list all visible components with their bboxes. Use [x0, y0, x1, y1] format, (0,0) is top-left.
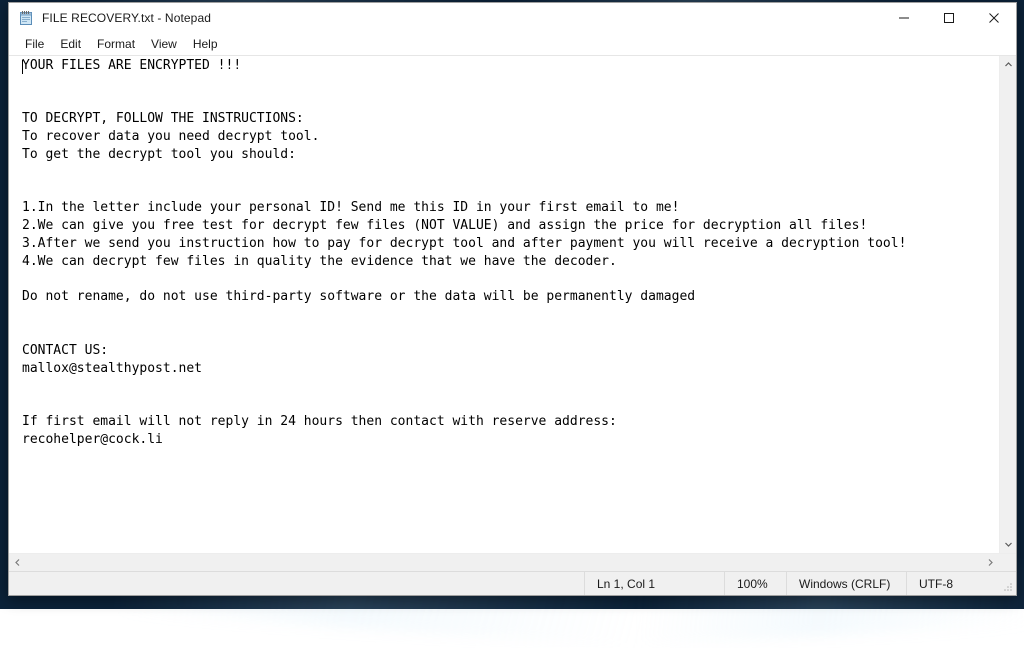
vertical-scrollbar[interactable] [999, 56, 1016, 553]
notepad-window: FILE RECOVERY.txt - Notepad File [8, 2, 1017, 596]
status-bar-spacer [9, 572, 584, 595]
close-button[interactable] [971, 3, 1016, 33]
menu-item-view[interactable]: View [143, 35, 185, 54]
title-bar[interactable]: FILE RECOVERY.txt - Notepad [9, 3, 1016, 33]
menu-item-format[interactable]: Format [89, 35, 143, 54]
scroll-left-arrow-icon[interactable] [9, 554, 26, 571]
menu-item-edit[interactable]: Edit [52, 35, 89, 54]
minimize-icon [898, 12, 910, 24]
menu-item-file[interactable]: File [17, 35, 52, 54]
text-editor[interactable]: YOUR FILES ARE ENCRYPTED !!! TO DECRYPT,… [9, 56, 999, 553]
window-title: FILE RECOVERY.txt - Notepad [42, 11, 211, 25]
status-bar: Ln 1, Col 1 100% Windows (CRLF) UTF-8 [9, 571, 1016, 595]
text-caret [22, 60, 23, 74]
chevron-right-icon [986, 558, 995, 567]
scroll-right-arrow-icon[interactable] [982, 554, 999, 571]
editor-region: YOUR FILES ARE ENCRYPTED !!! TO DECRYPT,… [9, 56, 1016, 553]
maximize-icon [943, 12, 955, 24]
minimize-button[interactable] [881, 3, 926, 33]
window-controls [881, 3, 1016, 33]
scrollbar-corner [999, 554, 1016, 571]
notepad-icon [18, 10, 34, 26]
status-cursor-position: Ln 1, Col 1 [584, 572, 724, 595]
horizontal-scroll-track[interactable] [26, 554, 982, 571]
resize-grip-icon [1002, 581, 1014, 593]
status-zoom-level[interactable]: 100% [724, 572, 786, 595]
scroll-up-arrow-icon[interactable] [1000, 56, 1016, 73]
menu-item-help[interactable]: Help [185, 35, 226, 54]
chevron-left-icon [13, 558, 22, 567]
resize-grip[interactable] [998, 572, 1016, 595]
status-encoding: UTF-8 [906, 572, 998, 595]
horizontal-scrollbar[interactable] [9, 553, 1016, 571]
vertical-scroll-track[interactable] [1000, 73, 1016, 536]
document-text[interactable]: YOUR FILES ARE ENCRYPTED !!! TO DECRYPT,… [9, 56, 999, 449]
chevron-down-icon [1004, 540, 1013, 549]
scroll-down-arrow-icon[interactable] [1000, 536, 1016, 553]
menu-bar: File Edit Format View Help [9, 33, 1016, 56]
status-line-ending: Windows (CRLF) [786, 572, 906, 595]
chevron-up-icon [1004, 60, 1013, 69]
close-icon [988, 12, 1000, 24]
maximize-button[interactable] [926, 3, 971, 33]
